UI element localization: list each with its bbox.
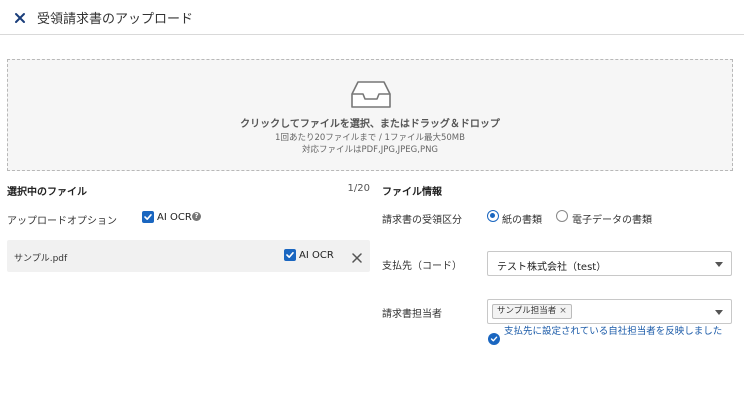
payee-select-value: テスト株式会社（test）	[497, 262, 607, 273]
dropzone-instruction: クリックしてファイルを選択、またはドラッグ＆ドロップ	[240, 119, 500, 130]
assignee-label: 請求書担当者	[382, 309, 442, 320]
close-icon[interactable]	[10, 8, 30, 28]
upload-option-label: アップロードオプション	[7, 216, 117, 227]
assignee-select[interactable]: サンプル担当者 ×	[487, 299, 732, 324]
assignee-tag: サンプル担当者 ×	[492, 304, 572, 319]
receipt-type-paper-radio[interactable]	[487, 210, 499, 222]
tag-remove-icon[interactable]: ×	[559, 306, 567, 316]
receipt-type-electronic-label: 電子データの書類	[572, 215, 652, 226]
file-info-title: ファイル情報	[382, 187, 442, 198]
ai-ocr-option-checkbox[interactable]	[142, 211, 154, 223]
chevron-down-icon	[715, 262, 723, 267]
file-count: 1/20	[347, 183, 370, 194]
ai-ocr-option-label: AI OCR	[157, 212, 192, 223]
file-list-item: サンプル.pdf AI OCR	[7, 240, 370, 272]
receipt-type-paper-label: 紙の書類	[502, 215, 542, 226]
file-ai-ocr-label: AI OCR	[299, 250, 334, 261]
payee-label: 支払先（コード）	[382, 261, 462, 272]
remove-file-icon[interactable]	[351, 249, 363, 263]
help-icon[interactable]: ?	[192, 212, 201, 221]
file-dropzone[interactable]: クリックしてファイルを選択、またはドラッグ＆ドロップ 1回あたり20ファイルまで…	[7, 59, 733, 171]
dialog-title: 受領請求書のアップロード	[37, 12, 194, 27]
file-ai-ocr-checkbox[interactable]	[284, 249, 296, 261]
dialog-header: 受領請求書のアップロード	[0, 0, 744, 35]
assignee-note: 支払先に設定されている自社担当者を反映しました	[504, 326, 723, 337]
receipt-type-electronic-radio[interactable]	[556, 210, 568, 222]
file-name: サンプル.pdf	[14, 254, 68, 264]
dropzone-limit-text: 1回あたり20ファイルまで / 1ファイル最大50MB	[275, 133, 465, 143]
receipt-type-label: 請求書の受領区分	[382, 215, 462, 226]
assignee-tag-label: サンプル担当者	[497, 306, 557, 316]
check-circle-icon	[488, 333, 500, 345]
payee-select[interactable]: テスト株式会社（test）	[487, 251, 732, 276]
selected-files-title: 選択中のファイル	[7, 187, 87, 198]
dropzone-formats-text: 対応ファイルはPDF,JPG,JPEG,PNG	[301, 145, 439, 155]
chevron-down-icon	[715, 310, 723, 315]
inbox-tray-icon	[349, 78, 393, 110]
